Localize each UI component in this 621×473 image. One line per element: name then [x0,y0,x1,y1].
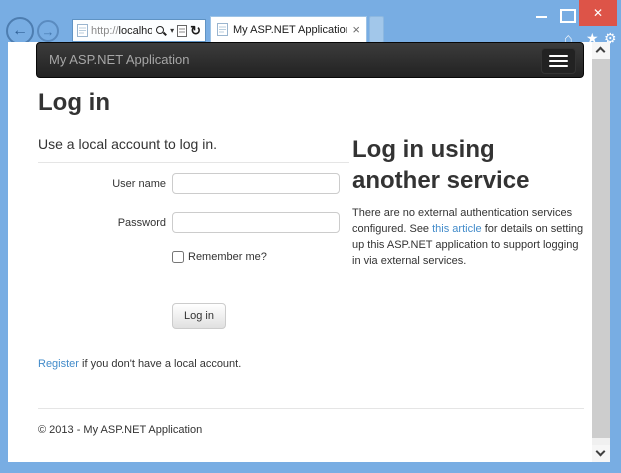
password-label: Password [117,217,166,229]
url-protocol: http:// [91,24,119,37]
remember-me-checkbox[interactable] [172,251,184,263]
new-tab-button[interactable] [369,16,384,43]
username-input[interactable] [172,173,340,194]
local-account-heading: Use a local account to log in. [38,136,217,152]
chevron-down-icon [595,446,606,457]
register-row: Register if you don't have a local accou… [38,358,241,370]
hamburger-icon [549,55,568,57]
address-bar[interactable]: http://localhost:637 ▾ ↻ [72,19,206,42]
register-suffix: if you don't have a local account. [78,358,242,370]
page-title: Log in [38,89,110,116]
browser-window: ← → http://localhost:637 ▾ ↻ My ASP.NET … [0,0,621,473]
tab-close-icon[interactable]: × [352,23,360,36]
vertical-scrollbar[interactable] [592,42,610,462]
url-host: localhost [118,24,153,37]
username-label: User name [112,178,166,190]
tab-title: My ASP.NET Application [233,23,348,36]
this-article-link[interactable]: this article [432,223,482,235]
login-button[interactable]: Log in [172,303,226,329]
forward-arrow-icon: → [41,23,55,39]
navbar: My ASP.NET Application [36,42,584,78]
navbar-toggle-button[interactable] [541,48,576,74]
page-icon [77,24,88,37]
close-button[interactable]: ✕ [579,0,617,26]
password-input[interactable] [172,212,340,233]
divider [38,162,349,163]
scroll-down-button[interactable] [592,445,610,462]
register-link[interactable]: Register [38,358,79,370]
maximize-button[interactable] [557,6,576,23]
chevron-up-icon [595,46,606,57]
minimize-button[interactable] [533,6,551,22]
forward-button[interactable]: → [37,20,59,42]
external-login-section: Log in using another service There are n… [352,134,585,270]
footer-divider [38,408,584,409]
external-login-text: There are no external authentication ser… [352,207,584,267]
external-login-heading: Log in using another service [352,136,530,194]
tab-page-icon [217,23,228,36]
compatibility-view-icon[interactable] [177,24,188,37]
browser-tab[interactable]: My ASP.NET Application × [210,16,367,43]
back-arrow-icon: ← [12,22,28,39]
navbar-brand[interactable]: My ASP.NET Application [49,43,189,77]
close-icon: ✕ [592,6,604,20]
scroll-up-button[interactable] [592,42,610,59]
page-viewport: My ASP.NET Application Log in Use a loca… [8,42,610,462]
url-text[interactable]: http://localhost:637 [91,25,152,37]
refresh-icon[interactable]: ↻ [190,24,201,37]
chevron-down-icon[interactable]: ▾ [170,26,174,35]
scrollbar-thumb[interactable] [592,59,610,438]
remember-me-row: Remember me? [172,251,267,263]
back-button[interactable]: ← [6,17,34,45]
search-icon[interactable] [155,25,167,37]
footer-copyright: © 2013 - My ASP.NET Application [38,424,203,436]
remember-me-label[interactable]: Remember me? [188,251,267,263]
